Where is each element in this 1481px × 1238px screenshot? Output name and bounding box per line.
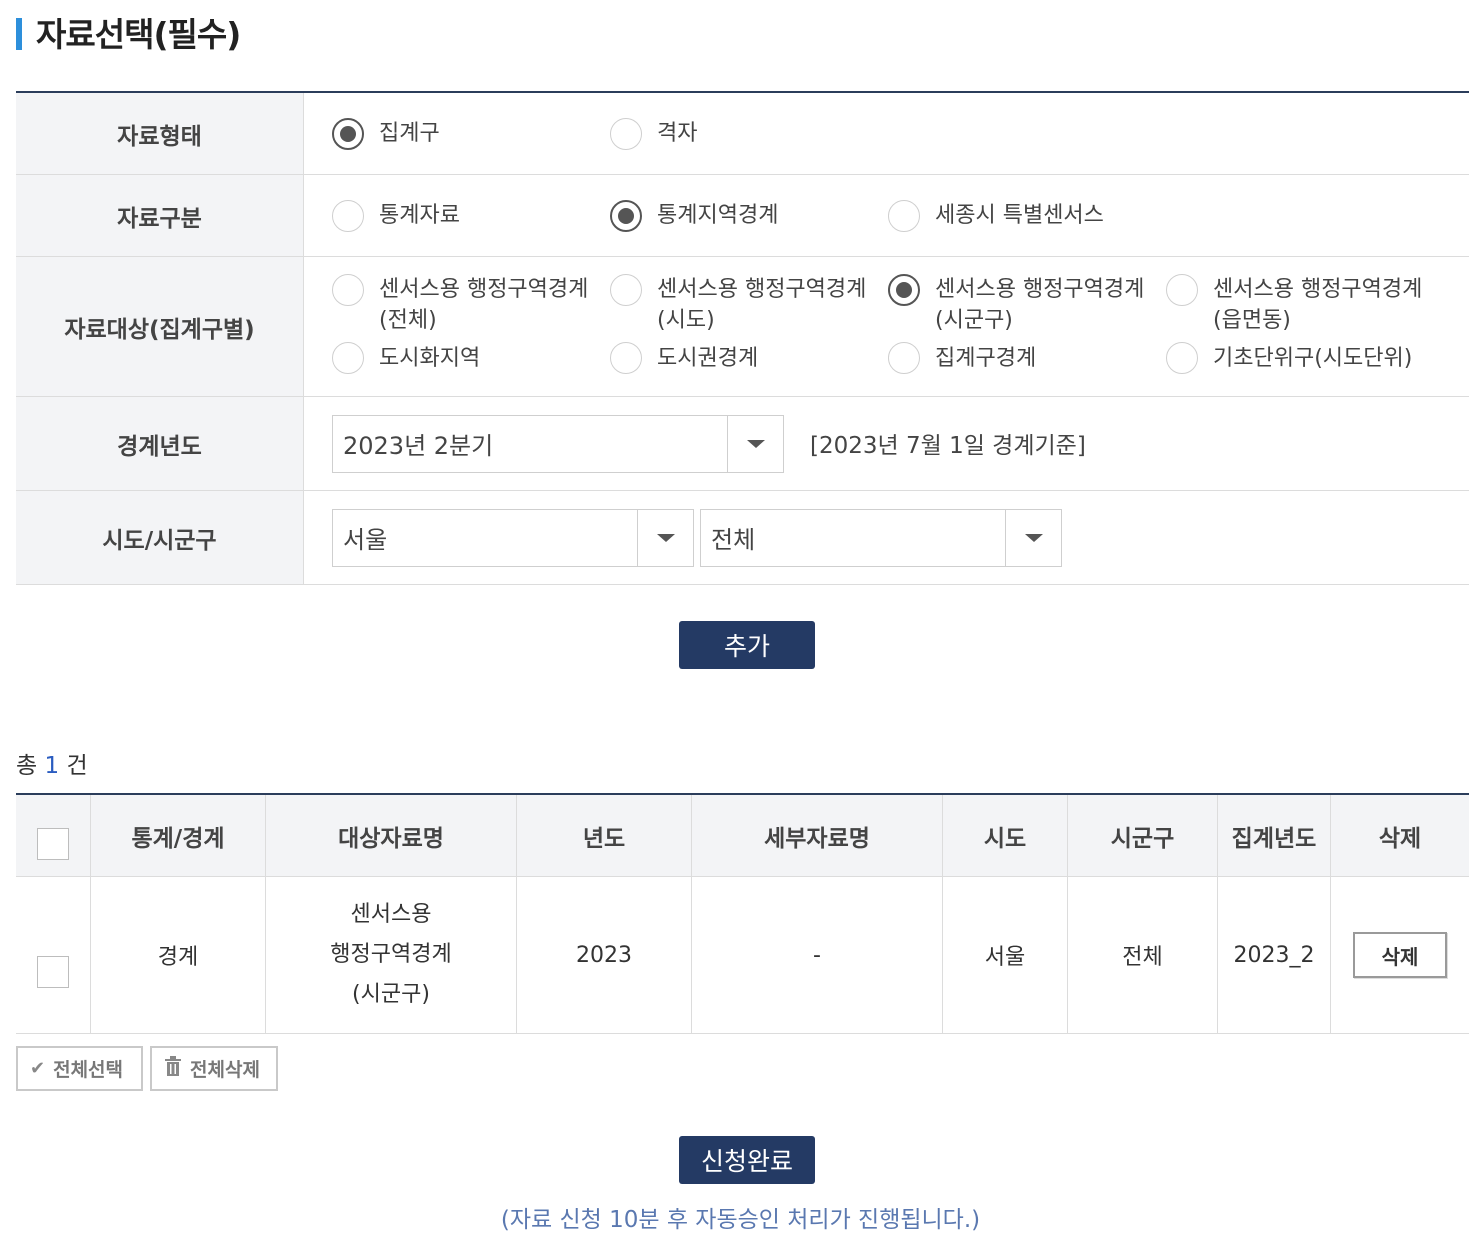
title-accent-bar xyxy=(16,18,22,50)
result-count-number: 1 xyxy=(44,753,60,779)
row-region: 시도/시군구 서울 전체 xyxy=(16,491,1469,585)
boundary-year-label: 경계년도 xyxy=(16,397,304,490)
radio-circle[interactable] xyxy=(332,117,364,150)
sido-select[interactable]: 서울 xyxy=(332,508,694,567)
row-checkbox[interactable] xyxy=(37,956,69,988)
data-type-radio-group: 집계구 격자 xyxy=(332,117,888,150)
radio-statistics[interactable]: 통계자료 xyxy=(332,199,610,232)
radio-urbanized-area[interactable]: 도시화지역 xyxy=(332,342,610,374)
cell-agg-year: 2023_2 xyxy=(1218,877,1331,1033)
caret-down-icon xyxy=(656,533,675,542)
header-year: 년도 xyxy=(517,795,692,876)
section-header: 자료선택(필수) xyxy=(16,10,241,54)
radio-circle[interactable] xyxy=(332,199,364,232)
data-selection-form: 자료형태 집계구 격자 자료구분 통계자료 통계지역경계 세종시 특별센서스 자… xyxy=(16,91,1469,585)
radio-aggregation-boundary[interactable]: 집계구경계 xyxy=(888,342,1166,374)
radio-metro-boundary[interactable]: 도시권경계 xyxy=(610,342,888,374)
radio-admin-boundary-sido[interactable]: 센서스용 행정구역경계 (시도) xyxy=(610,274,888,336)
selected-data-table: 통계/경계 대상자료명 년도 세부자료명 시도 시군구 집계년도 삭제 경계 센… xyxy=(16,793,1469,1034)
header-sigungu: 시군구 xyxy=(1068,795,1218,876)
data-target-label: 자료대상(집계구별) xyxy=(16,257,304,396)
radio-basic-unit[interactable]: 기초단위구(시도단위) xyxy=(1166,342,1444,374)
dropdown-button[interactable] xyxy=(637,509,693,566)
cell-year: 2023 xyxy=(517,877,692,1033)
radio-aggregation-unit[interactable]: 집계구 xyxy=(332,117,610,150)
row-delete-button[interactable]: 삭제 xyxy=(1353,932,1447,978)
data-category-label: 자료구분 xyxy=(16,175,304,256)
delete-all-button[interactable]: 전체삭제 xyxy=(150,1046,278,1091)
row-boundary-year: 경계년도 2023년 2분기 [2023년 7월 1일 경계기준] xyxy=(16,397,1469,491)
section-title: 자료선택(필수) xyxy=(36,15,241,54)
caret-down-icon xyxy=(1024,533,1043,542)
radio-circle[interactable] xyxy=(332,274,364,306)
auto-approval-notice: (자료 신청 10분 후 자동승인 처리가 진행됩니다.) xyxy=(500,1207,981,1233)
table-header-row: 통계/경계 대상자료명 년도 세부자료명 시도 시군구 집계년도 삭제 xyxy=(16,795,1469,877)
radio-circle[interactable] xyxy=(1166,342,1198,374)
radio-circle[interactable] xyxy=(610,117,642,150)
radio-circle[interactable] xyxy=(610,274,642,306)
cell-sido: 서울 xyxy=(943,877,1068,1033)
submit-button[interactable]: 신청완료 xyxy=(679,1136,815,1184)
row-data-type: 자료형태 집계구 격자 xyxy=(16,93,1469,175)
sigungu-select[interactable]: 전체 xyxy=(700,508,1062,567)
radio-admin-boundary-sigungu[interactable]: 센서스용 행정구역경계 (시군구) xyxy=(888,274,1166,336)
radio-circle[interactable] xyxy=(888,342,920,374)
radio-admin-boundary-all[interactable]: 센서스용 행정구역경계 (전체) xyxy=(332,274,610,336)
radio-circle[interactable] xyxy=(610,199,642,232)
radio-circle[interactable] xyxy=(888,199,920,232)
cell-name: 센서스용 행정구역경계 (시군구) xyxy=(266,877,517,1033)
caret-down-icon xyxy=(746,439,765,448)
data-type-label: 자료형태 xyxy=(16,93,304,174)
radio-circle[interactable] xyxy=(332,342,364,374)
result-count: 총 1 건 xyxy=(16,753,88,779)
row-data-target: 자료대상(집계구별) 센서스용 행정구역경계 (전체) 센서스용 행정구역경계 … xyxy=(16,257,1469,397)
header-agg-year: 집계년도 xyxy=(1218,795,1331,876)
radio-circle[interactable] xyxy=(1166,274,1198,306)
data-category-radio-group: 통계자료 통계지역경계 세종시 특별센서스 xyxy=(332,199,1166,232)
radio-circle[interactable] xyxy=(888,274,920,306)
cell-detail: - xyxy=(692,877,943,1033)
dropdown-button[interactable] xyxy=(727,415,783,472)
trash-icon xyxy=(164,1056,182,1081)
boundary-note: [2023년 7월 1일 경계기준] xyxy=(810,432,1086,459)
header-sido: 시도 xyxy=(943,795,1068,876)
radio-grid[interactable]: 격자 xyxy=(610,117,888,150)
cell-type: 경계 xyxy=(91,877,266,1033)
radio-circle[interactable] xyxy=(610,342,642,374)
region-label: 시도/시군구 xyxy=(16,491,304,584)
row-data-category: 자료구분 통계자료 통계지역경계 세종시 특별센서스 xyxy=(16,175,1469,257)
dropdown-button[interactable] xyxy=(1005,509,1061,566)
boundary-year-select[interactable]: 2023년 2분기 xyxy=(332,414,784,473)
data-target-radio-group: 센서스용 행정구역경계 (전체) 센서스용 행정구역경계 (시도) 센서스용 행… xyxy=(332,274,1469,374)
add-button[interactable]: 추가 xyxy=(679,621,815,669)
radio-statistical-boundary[interactable]: 통계지역경계 xyxy=(610,199,888,232)
header-name: 대상자료명 xyxy=(266,795,517,876)
cell-sigungu: 전체 xyxy=(1068,877,1218,1033)
header-detail: 세부자료명 xyxy=(692,795,943,876)
header-delete: 삭제 xyxy=(1378,825,1422,852)
select-all-button[interactable]: ✔ 전체선택 xyxy=(16,1046,143,1091)
check-icon: ✔ xyxy=(30,1058,46,1079)
radio-admin-boundary-eupmyeondong[interactable]: 센서스용 행정구역경계 (읍면동) xyxy=(1166,274,1444,336)
header-type: 통계/경계 xyxy=(91,795,266,876)
radio-sejong-census[interactable]: 세종시 특별센서스 xyxy=(888,199,1166,232)
table-row: 경계 센서스용 행정구역경계 (시군구) 2023 - 서울 전체 2023_2… xyxy=(16,877,1469,1034)
select-all-checkbox[interactable] xyxy=(37,827,69,860)
